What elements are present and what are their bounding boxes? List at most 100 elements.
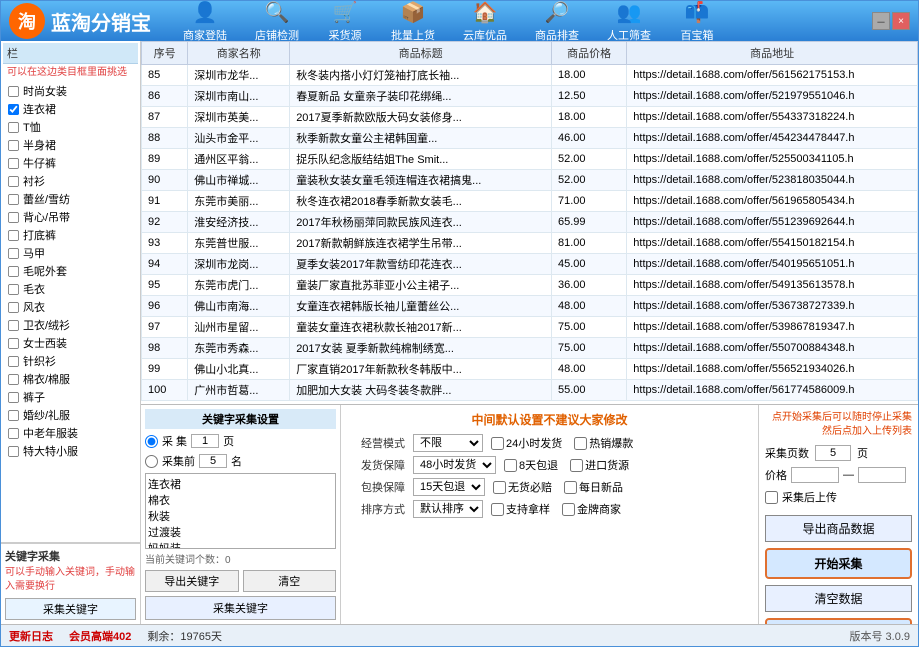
gold-merchant-check[interactable]: 金牌商家 — [562, 501, 621, 517]
table-header: 序号 — [142, 42, 188, 65]
import-check[interactable]: 进口货源 — [570, 457, 629, 473]
app-logo: 淘 — [9, 3, 45, 39]
export-data-button[interactable]: 导出商品数据 — [765, 515, 912, 542]
category-item[interactable]: 裤子 — [3, 388, 138, 406]
price-max-input[interactable] — [858, 467, 906, 483]
category-item[interactable]: 中老年服装 — [3, 424, 138, 442]
pre-collect-count-input[interactable] — [199, 454, 227, 468]
category-item[interactable]: 蕾丝/雪纺 — [3, 190, 138, 208]
nav-item-店铺检测[interactable]: 🔍店铺检测 — [243, 0, 311, 45]
table-row[interactable]: 90佛山市禅城...童装秋女装女童毛领连帽连衣裙搞鬼...52.00https:… — [142, 170, 918, 191]
update-log-link[interactable]: 更新日志 — [9, 628, 53, 644]
collect-keyword-action-button[interactable]: 采集关键字 — [145, 596, 336, 620]
keyword-textarea[interactable] — [145, 473, 336, 549]
add-to-upload-button[interactable]: 加入上传列表 — [765, 618, 912, 624]
table-row[interactable]: 95东莞市虎门...童装厂家直批苏菲亚小公主裙子...36.00https://… — [142, 275, 918, 296]
return8-check[interactable]: 8天包退 — [504, 457, 558, 473]
category-item[interactable]: T恤 — [3, 118, 138, 136]
category-item[interactable]: 卫衣/绒衫 — [3, 316, 138, 334]
collect-after-upload-check[interactable] — [765, 491, 778, 504]
biz-mode-select[interactable]: 不限工厂贸易公司 — [413, 434, 483, 452]
category-item[interactable]: 特大特小服 — [3, 442, 138, 460]
table-row[interactable]: 94深圳市龙岗...夏季女装2017年款雪纺印花连衣...45.00https:… — [142, 254, 918, 275]
category-item[interactable]: 风衣 — [3, 298, 138, 316]
table-area: 序号商家名称商品标题商品价格商品地址 85深圳市龙华...秋冬装内搭小灯灯笼袖打… — [141, 41, 918, 624]
clear-keyword-button[interactable]: 清空 — [243, 570, 337, 592]
table-row[interactable]: 93东莞普世服...2017新款朝鲜族连衣裙学生吊带...81.00https:… — [142, 233, 918, 254]
table-row[interactable]: 98东莞市秀森...2017女装 夏季新款纯棉制绣宽...75.00https:… — [142, 338, 918, 359]
table-row[interactable]: 92淮安经济技...2017年秋杨丽萍同款民族风连衣...65.99https:… — [142, 212, 918, 233]
nav-item-人工筛查[interactable]: 👥人工筛查 — [595, 0, 663, 45]
nav-item-批量上货[interactable]: 📦批量上货 — [379, 0, 447, 45]
pre-collect-radio-row: 采集前 名 — [145, 453, 336, 469]
start-collect-button[interactable]: 开始采集 — [765, 548, 912, 579]
close-button[interactable]: × — [892, 12, 910, 30]
table-row[interactable]: 99佛山小北真...厂家直销2017年新款秋冬韩版中...48.00https:… — [142, 359, 918, 380]
keyword-note: 可以手动输入关键词，手动输入需要换行 — [5, 566, 136, 594]
pages-value-input[interactable] — [815, 445, 851, 461]
category-item[interactable]: 半身裙 — [3, 136, 138, 154]
category-item[interactable]: 背心/吊带 — [3, 208, 138, 226]
keyword-settings-title: 关键字采集设置 — [145, 409, 336, 429]
category-item[interactable]: 毛衣 — [3, 280, 138, 298]
category-item[interactable]: 针织衫 — [3, 352, 138, 370]
category-item[interactable]: 毛呢外套 — [3, 262, 138, 280]
table-row[interactable]: 89通州区平翁...捉乐队纪念版结结姐The Smit...52.00https… — [142, 149, 918, 170]
pages-row: 采集页数 页 — [765, 445, 912, 461]
sidebar-bottom: 关键字采集 可以手动输入关键词，手动输入需要换行 采集关键字 — [1, 543, 140, 624]
category-item[interactable]: 连衣裙 — [3, 100, 138, 118]
biz-checkboxes: 24小时发货 热销爆款 — [491, 435, 633, 451]
category-list: 栏 可以在这边类目框里面挑选 时尚女装连衣裙T恤半身裙牛仔裤衬衫蕾丝/雪纺背心/… — [1, 41, 140, 543]
warranty-select[interactable]: 15天包退 — [413, 478, 485, 496]
category-item[interactable]: 衬衫 — [3, 172, 138, 190]
pre-collect-unit: 名 — [231, 453, 242, 469]
table-row[interactable]: 87深圳市英美...2017夏季新款欧版大码女装修身...18.00https:… — [142, 107, 918, 128]
collect-keyword-button[interactable]: 采集关键字 — [5, 598, 136, 620]
nav-item-商品排查[interactable]: 🔎商品排查 — [523, 0, 591, 45]
delivery-guarantee-select[interactable]: 48小时发货 — [413, 456, 496, 474]
table-row[interactable]: 85深圳市龙华...秋冬装内搭小灯灯笼袖打底长袖...18.00https://… — [142, 65, 918, 86]
table-row[interactable]: 96佛山市南海...女童连衣裙韩版长袖儿童蕾丝公...48.00https://… — [142, 296, 918, 317]
category-item[interactable]: 时尚女装 — [3, 82, 138, 100]
delivery-24h-check[interactable]: 24小时发货 — [491, 435, 562, 451]
category-item[interactable]: 棉衣/棉服 — [3, 370, 138, 388]
minimize-button[interactable]: － — [872, 12, 890, 30]
price-min-input[interactable] — [791, 467, 839, 483]
delivery-guarantee-label: 发货保障 — [349, 457, 405, 473]
category-item[interactable]: 牛仔裤 — [3, 154, 138, 172]
nav-item-云库优品[interactable]: 🏠云库优品 — [451, 0, 519, 45]
category-item[interactable]: 打底裤 — [3, 226, 138, 244]
price-label: 价格 — [765, 467, 787, 483]
product-table-wrapper[interactable]: 序号商家名称商品标题商品价格商品地址 85深圳市龙华...秋冬装内搭小灯灯笼袖打… — [141, 41, 918, 404]
table-row[interactable]: 100广州市哲葛...加肥加大女装 大码冬装冬款胖...55.00https:/… — [142, 380, 918, 401]
category-item[interactable]: 女士西装 — [3, 334, 138, 352]
table-header: 商品价格 — [552, 42, 627, 65]
biz-mode-row: 经营模式 不限工厂贸易公司 24小时发货 热销爆款 — [349, 434, 750, 452]
sidebar-note: 可以在这边类目框里面挑选 — [3, 64, 138, 82]
export-keyword-button[interactable]: 导出关键字 — [145, 570, 239, 592]
table-row[interactable]: 88汕头市金平...秋季新款女童公主裙韩国童...46.00https://de… — [142, 128, 918, 149]
pre-collect-radio[interactable] — [145, 455, 158, 468]
hot-sales-check[interactable]: 热销爆款 — [574, 435, 633, 451]
sort-select[interactable]: 默认排序 — [413, 500, 483, 518]
collection-settings: 中间默认设置不建议大家修改 经营模式 不限工厂贸易公司 24小时发货 热销爆款 — [341, 405, 758, 624]
collect-radio[interactable] — [145, 435, 158, 448]
warranty-row: 包换保障 15天包退 无货必赔 每日新品 — [349, 478, 750, 496]
daily-new-check[interactable]: 每日新品 — [564, 479, 623, 495]
collect-pages-input[interactable] — [191, 434, 219, 448]
table-row[interactable]: 86深圳市南山...春夏新品 女童亲子装印花绑绳...12.50https://… — [142, 86, 918, 107]
price-row: 价格 — — [765, 467, 912, 483]
action-note: 点开始采集后可以随时停止采集然后点加入上传列表 — [765, 411, 912, 439]
product-table: 序号商家名称商品标题商品价格商品地址 85深圳市龙华...秋冬装内搭小灯灯笼袖打… — [141, 41, 918, 401]
clear-data-button[interactable]: 清空数据 — [765, 585, 912, 612]
sample-check[interactable]: 支持拿样 — [491, 501, 550, 517]
no-reason-check[interactable]: 无货必赔 — [493, 479, 552, 495]
table-row[interactable]: 91东莞市美丽...秋冬连衣裙2018春季新款女装毛...71.00https:… — [142, 191, 918, 212]
nav-item-采货源[interactable]: 🛒采货源 — [315, 0, 375, 45]
table-header: 商家名称 — [188, 42, 290, 65]
nav-item-商家登陆[interactable]: 👤商家登陆 — [171, 0, 239, 45]
nav-item-百宝箱[interactable]: 📫百宝箱 — [667, 0, 727, 45]
category-item[interactable]: 婚纱/礼服 — [3, 406, 138, 424]
category-item[interactable]: 马甲 — [3, 244, 138, 262]
table-row[interactable]: 97汕州市星留...童装女童连衣裙秋款长袖2017新...75.00https:… — [142, 317, 918, 338]
